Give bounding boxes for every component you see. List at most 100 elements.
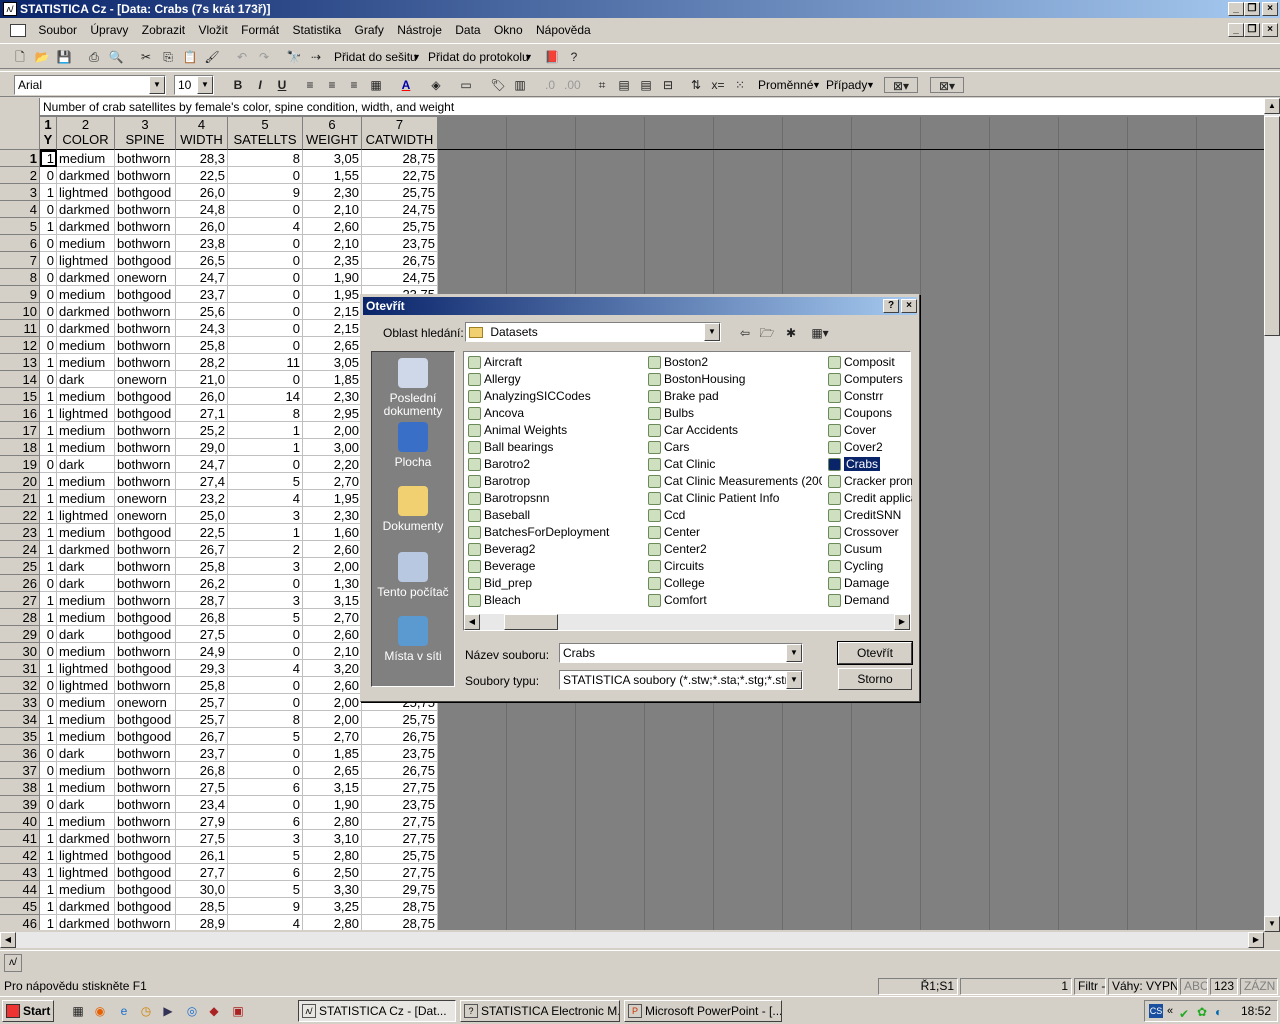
row-header[interactable]: 16 [0, 405, 40, 422]
row-header[interactable]: 25 [0, 558, 40, 575]
table-cell[interactable]: 2,10 [303, 235, 362, 252]
chevron-down-icon[interactable]: ▼ [812, 77, 821, 93]
case-icon[interactable]: ⊟ [660, 77, 676, 93]
file-item[interactable]: Car Accidents [646, 422, 822, 439]
empty-column[interactable] [1197, 117, 1264, 930]
table-cell[interactable]: 25,0 [176, 507, 228, 524]
row-header[interactable]: 8 [0, 269, 40, 286]
table-cell[interactable]: 1 [40, 864, 57, 881]
status-filter[interactable]: Filtr - [1074, 978, 1106, 995]
table-cell[interactable]: 4 [228, 660, 303, 677]
quicklaunch-statistica-icon[interactable]: ▦ [70, 1003, 86, 1019]
table-cell[interactable]: 1 [40, 541, 57, 558]
table-cell[interactable]: 24,3 [176, 320, 228, 337]
table-cell[interactable]: bothgood [115, 184, 176, 201]
table-cell[interactable]: bothworn [115, 303, 176, 320]
table-cell[interactable]: 14 [228, 388, 303, 405]
table-cell[interactable]: bothgood [115, 626, 176, 643]
table-cell[interactable]: 5 [228, 728, 303, 745]
scroll-down-icon[interactable]: ▼ [1264, 916, 1280, 932]
table-cell[interactable]: 2,15 [303, 320, 362, 337]
row-header[interactable]: 6 [0, 235, 40, 252]
table-cell[interactable]: darkmed [57, 915, 115, 930]
table-cell[interactable]: 0 [40, 456, 57, 473]
redo-icon[interactable]: ↷ [256, 49, 272, 65]
table-cell[interactable]: 3,05 [303, 150, 362, 167]
table-cell[interactable]: 1,90 [303, 269, 362, 286]
table-cell[interactable]: oneworn [115, 490, 176, 507]
row-header[interactable]: 19 [0, 456, 40, 473]
table-cell[interactable]: 28,75 [362, 150, 438, 167]
table-cell[interactable]: dark [57, 371, 115, 388]
variables-menu[interactable]: Proměnné [758, 77, 813, 93]
table-cell[interactable]: 0 [228, 643, 303, 660]
table-cell[interactable]: 1 [40, 660, 57, 677]
table-cell[interactable]: 1,85 [303, 745, 362, 762]
table-cell[interactable]: 28,7 [176, 592, 228, 609]
table-cell[interactable]: bothgood [115, 728, 176, 745]
table-cell[interactable]: 3,00 [303, 439, 362, 456]
table-cell[interactable]: 1 [40, 422, 57, 439]
table-cell[interactable]: 25,8 [176, 337, 228, 354]
menu-soubor[interactable]: Soubor [33, 19, 82, 41]
table-cell[interactable]: 2,15 [303, 303, 362, 320]
table-cell[interactable]: 0 [40, 337, 57, 354]
row-header[interactable]: 28 [0, 609, 40, 626]
row-header[interactable]: 30 [0, 643, 40, 660]
table-cell[interactable]: bothworn [115, 354, 176, 371]
row-header[interactable]: 36 [0, 745, 40, 762]
table-cell[interactable]: 6 [228, 813, 303, 830]
table-cell[interactable]: dark [57, 796, 115, 813]
table-cell[interactable]: 1 [40, 728, 57, 745]
table-cell[interactable]: medium [57, 150, 115, 167]
table-cell[interactable]: medium [57, 779, 115, 796]
table-cell[interactable]: 8 [228, 150, 303, 167]
save-app-icon[interactable]: ▣ [230, 1003, 246, 1019]
statistica-icon[interactable]: ʌ/ [4, 954, 22, 972]
file-item[interactable]: BatchesForDeployment [466, 524, 642, 541]
table-cell[interactable]: 5 [228, 847, 303, 864]
new-icon[interactable]: 🗋 [12, 49, 28, 65]
table-cell[interactable]: 0 [40, 677, 57, 694]
table-cell[interactable]: 2,35 [303, 252, 362, 269]
filename-input[interactable]: Crabs ▼ [559, 643, 803, 663]
table-cell[interactable]: bothworn [115, 473, 176, 490]
table-cell[interactable]: bothworn [115, 575, 176, 592]
file-item[interactable]: Baseball [466, 507, 642, 524]
row-header[interactable]: 4 [0, 201, 40, 218]
table-cell[interactable]: 1,55 [303, 167, 362, 184]
table-cell[interactable]: 23,8 [176, 235, 228, 252]
table-cell[interactable]: 1 [228, 422, 303, 439]
filetype-select[interactable]: STATISTICA soubory (*.stw;*.sta;*.stg;*.… [559, 670, 803, 690]
table-cell[interactable]: lightmed [57, 252, 115, 269]
cases-menu[interactable]: Případy [826, 77, 867, 93]
table-cell[interactable]: bothworn [115, 337, 176, 354]
table-cell[interactable]: 3,10 [303, 830, 362, 847]
file-item[interactable]: Cracker promo [826, 473, 912, 490]
table-cell[interactable]: 2,80 [303, 847, 362, 864]
decimal-add-icon[interactable]: .0 [542, 77, 558, 93]
dialog-close-button[interactable]: × [901, 299, 917, 313]
table-cell[interactable]: 22,75 [362, 167, 438, 184]
table-cell[interactable]: 30,0 [176, 881, 228, 898]
table-cell[interactable]: 21,0 [176, 371, 228, 388]
file-item[interactable]: Brake pad [646, 388, 822, 405]
table-cell[interactable]: 0 [40, 762, 57, 779]
table-cell[interactable]: 1 [40, 507, 57, 524]
insert-var-icon[interactable]: ▤ [616, 77, 632, 93]
table-cell[interactable]: 0 [40, 371, 57, 388]
row-header[interactable]: 42 [0, 847, 40, 864]
task-powerpoint[interactable]: P Microsoft PowerPoint - [... [624, 1000, 782, 1022]
table-cell[interactable]: bothgood [115, 405, 176, 422]
chevron-down-icon[interactable]: ▼ [704, 323, 720, 341]
row-header[interactable]: 12 [0, 337, 40, 354]
table-cell[interactable]: bothworn [115, 235, 176, 252]
file-item[interactable]: Aircraft [466, 354, 642, 371]
language-icon[interactable]: CS [1149, 1004, 1163, 1018]
table-cell[interactable]: medium [57, 473, 115, 490]
row-header[interactable]: 46 [0, 915, 40, 930]
table-cell[interactable]: 2,80 [303, 813, 362, 830]
table-cell[interactable]: darkmed [57, 201, 115, 218]
table-cell[interactable]: 28,3 [176, 150, 228, 167]
add-to-workbook-button[interactable]: Přidat do sešitu [334, 49, 417, 65]
